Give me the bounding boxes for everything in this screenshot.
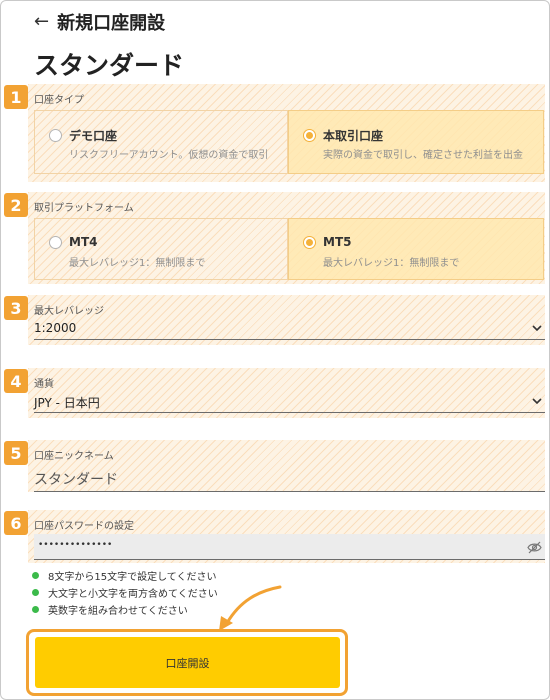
mt4-option[interactable]: MT4 最大レバレッジ1：無制限まで: [34, 218, 288, 280]
currency-label: 通貨: [34, 379, 54, 390]
step-badge-1: 1: [4, 85, 28, 109]
radio-selected-icon[interactable]: [303, 129, 316, 142]
radio-icon[interactable]: [49, 236, 62, 249]
real-account-option[interactable]: 本取引口座 実際の資金で取引し、確定させた利益を出金: [288, 110, 544, 174]
chevron-down-icon[interactable]: [531, 322, 543, 334]
demo-account-option[interactable]: デモ口座 リスクフリーアカウント。仮想の資金で取引: [34, 110, 288, 174]
radio-selected-icon[interactable]: [303, 236, 316, 249]
option-title: MT4: [69, 235, 98, 249]
password-rule: 英数字を組み合わせてください: [32, 601, 218, 618]
nickname-section: 口座ニックネーム スタンダード: [28, 440, 545, 492]
leverage-label: 最大レバレッジ: [34, 306, 104, 317]
option-title: 本取引口座: [323, 129, 384, 143]
eye-off-icon[interactable]: [527, 541, 542, 554]
leverage-section: 最大レバレッジ 1:2000: [28, 295, 545, 345]
step-badge-3: 3: [4, 296, 28, 320]
mt5-option[interactable]: MT5 最大レバレッジ1：無制限まで: [288, 218, 544, 280]
nickname-input[interactable]: スタンダード: [34, 466, 545, 492]
step-badge-2: 2: [4, 193, 28, 217]
header: ← 新規口座開設: [34, 10, 166, 35]
page-title: スタンダード: [34, 51, 185, 80]
password-value: ••••••••••••••: [38, 540, 113, 550]
password-label: 口座パスワードの設定: [34, 521, 134, 532]
password-section: 口座パスワードの設定 ••••••••••••••: [28, 510, 545, 563]
open-account-button[interactable]: 口座開設: [35, 637, 340, 688]
radio-icon[interactable]: [49, 129, 62, 142]
account-type-section: 口座タイプ デモ口座 リスクフリーアカウント。仮想の資金で取引 本取引口座 実際…: [28, 84, 545, 182]
password-rules: 8文字から15文字で設定してください 大文字と小文字を両方含めてください 英数字…: [32, 567, 218, 618]
rule-text: 8文字から15文字で設定してください: [48, 572, 217, 583]
nickname-value: スタンダード: [34, 472, 118, 488]
rule-text: 大文字と小文字を両方含めてください: [48, 589, 218, 600]
option-desc: リスクフリーアカウント。仮想の資金で取引: [69, 150, 269, 161]
option-desc: 実際の資金で取引し、確定させた利益を出金: [323, 150, 523, 161]
password-rule: 8文字から15文字で設定してください: [32, 567, 218, 584]
step-badge-4: 4: [4, 369, 28, 393]
password-input[interactable]: ••••••••••••••: [34, 534, 545, 560]
step-badge-5: 5: [4, 441, 28, 465]
currency-select[interactable]: JPY - 日本円: [34, 391, 545, 413]
password-rule: 大文字と小文字を両方含めてください: [32, 584, 218, 601]
platform-section: 取引プラットフォーム MT4 最大レバレッジ1：無制限まで MT5 最大レバレッ…: [28, 192, 545, 284]
platform-label: 取引プラットフォーム: [34, 203, 134, 214]
check-dot-icon: [32, 589, 39, 596]
pointer-arrow-icon: [219, 585, 282, 631]
step-badge-6: 6: [4, 511, 28, 535]
currency-value: JPY - 日本円: [34, 396, 100, 410]
header-title: 新規口座開設: [57, 13, 166, 34]
leverage-value: 1:2000: [34, 321, 77, 335]
check-dot-icon: [32, 572, 39, 579]
option-title: MT5: [323, 235, 352, 249]
option-desc: 最大レバレッジ1：無制限まで: [69, 258, 206, 269]
nickname-label: 口座ニックネーム: [34, 451, 114, 462]
option-desc: 最大レバレッジ1：無制限まで: [323, 258, 460, 269]
account-type-label: 口座タイプ: [34, 95, 84, 106]
rule-text: 英数字を組み合わせてください: [48, 606, 188, 617]
currency-section: 通貨 JPY - 日本円: [28, 368, 545, 418]
leverage-select[interactable]: 1:2000: [34, 318, 545, 340]
arrow-left-icon[interactable]: ←: [34, 13, 49, 31]
option-title: デモ口座: [69, 129, 118, 143]
check-dot-icon: [32, 606, 39, 613]
chevron-down-icon[interactable]: [531, 395, 543, 407]
